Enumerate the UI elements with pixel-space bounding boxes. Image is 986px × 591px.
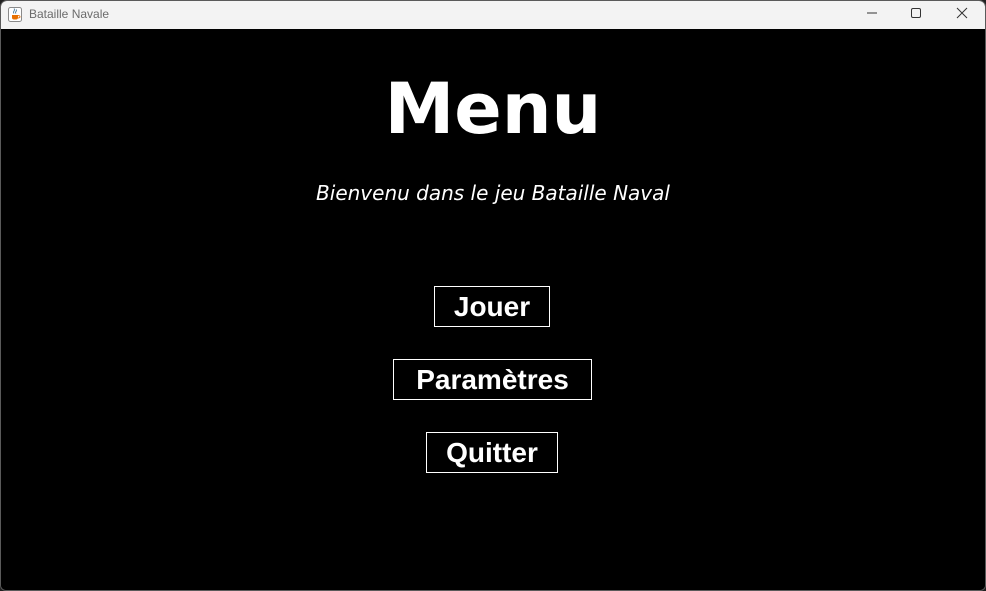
settings-button[interactable]: Paramètres xyxy=(393,359,592,400)
play-button[interactable]: Jouer xyxy=(434,286,550,327)
quit-button[interactable]: Quitter xyxy=(426,432,558,473)
menu-title: Menu xyxy=(384,68,602,150)
menu-panel: Menu Bienvenu dans le jeu Bataille Naval… xyxy=(1,29,985,590)
window-title: Bataille Navale xyxy=(29,7,110,21)
minimize-button[interactable] xyxy=(849,1,894,29)
app-window: Bataille Navale Menu Bienvenu dans le je… xyxy=(0,0,986,591)
welcome-subtitle: Bienvenu dans le jeu Bataille Naval xyxy=(316,181,670,205)
maximize-button[interactable] xyxy=(893,1,938,29)
minimize-icon xyxy=(866,6,878,24)
close-button[interactable] xyxy=(939,1,984,29)
close-icon xyxy=(956,6,968,24)
maximize-icon xyxy=(910,6,922,24)
java-cup-icon xyxy=(8,7,22,22)
title-bar[interactable]: Bataille Navale xyxy=(1,1,985,29)
